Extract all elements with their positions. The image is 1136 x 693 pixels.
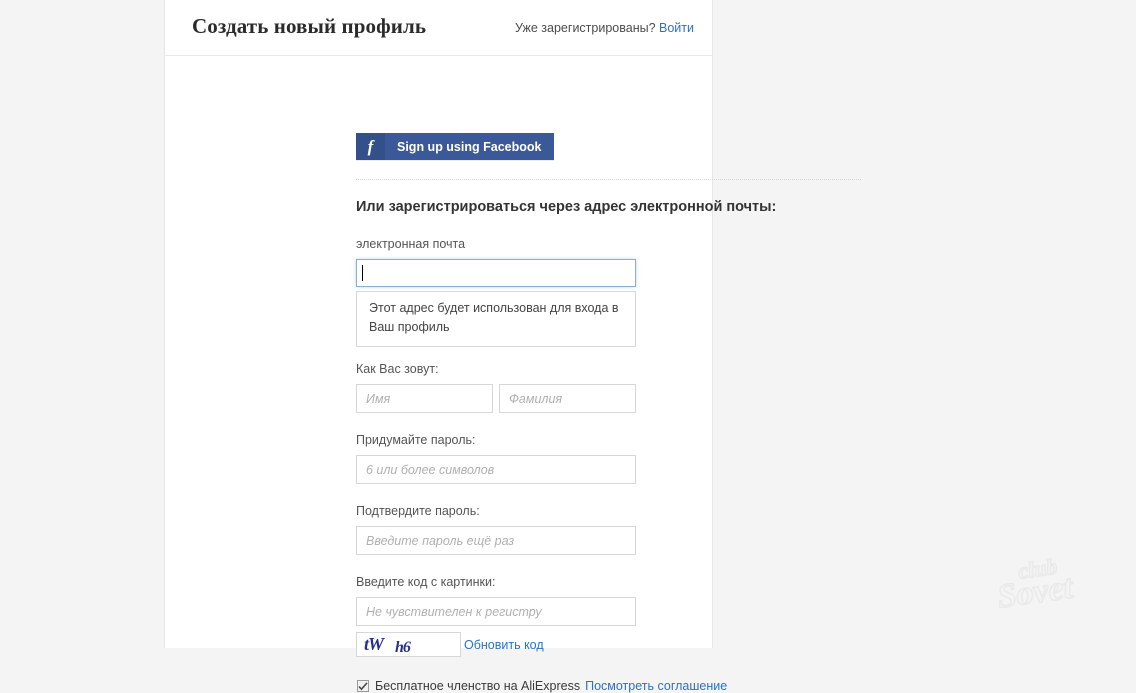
- email-section-heading: Или зарегистрироваться через адрес элект…: [356, 199, 777, 215]
- text-caret-icon: [362, 265, 363, 281]
- free-membership-checkbox[interactable]: [357, 680, 369, 692]
- email-hint-tooltip: Этот адрес будет использован для входа в…: [356, 291, 636, 347]
- site-watermark: club Sovet: [990, 544, 1118, 618]
- first-name-input[interactable]: [356, 384, 493, 413]
- watermark-line-1: club: [1017, 554, 1059, 584]
- captcha-image: tW h6: [356, 632, 461, 657]
- captcha-text-secondary: h6: [395, 639, 411, 656]
- view-agreement-link[interactable]: Посмотреть соглашение: [585, 679, 727, 693]
- last-name-input[interactable]: [499, 384, 636, 413]
- captcha-text-primary: tW: [364, 634, 384, 654]
- already-registered-block: Уже зарегистрированы? Войти: [515, 21, 694, 35]
- free-membership-label: Бесплатное членство на AliExpress: [375, 679, 581, 693]
- name-field-label: Как Вас зовут:: [356, 362, 439, 376]
- password-confirm-field-label: Подтвердите пароль:: [356, 504, 480, 518]
- watermark-line-2: Sovet: [995, 568, 1076, 615]
- refresh-captcha-link[interactable]: Обновить код: [464, 638, 544, 652]
- already-registered-label: Уже зарегистрированы?: [514, 21, 656, 35]
- captcha-input[interactable]: [356, 597, 636, 626]
- password-field-label: Придумайте пароль:: [356, 433, 476, 447]
- login-link[interactable]: Войти: [659, 21, 694, 35]
- page-title: Создать новый профиль: [192, 14, 427, 38]
- facebook-icon: f: [356, 133, 385, 160]
- section-divider: [356, 179, 861, 180]
- facebook-signup-label: Sign up using Facebook: [397, 139, 542, 154]
- captcha-field-label: Введите код с картинки:: [356, 575, 496, 589]
- panel-header: Создать новый профиль Уже зарегистрирова…: [165, 0, 712, 56]
- agreement-row: Бесплатное членство на AliExpress Посмот…: [357, 679, 727, 693]
- email-field-label: электронная почта: [356, 237, 466, 251]
- page-root: Создать новый профиль Уже зарегистрирова…: [0, 0, 1136, 693]
- signup-panel: Создать новый профиль Уже зарегистрирова…: [164, 0, 861, 693]
- email-input[interactable]: [356, 259, 636, 287]
- password-input[interactable]: [356, 455, 636, 484]
- password-confirm-input[interactable]: [356, 526, 636, 555]
- facebook-signup-button[interactable]: f Sign up using Facebook: [356, 133, 555, 160]
